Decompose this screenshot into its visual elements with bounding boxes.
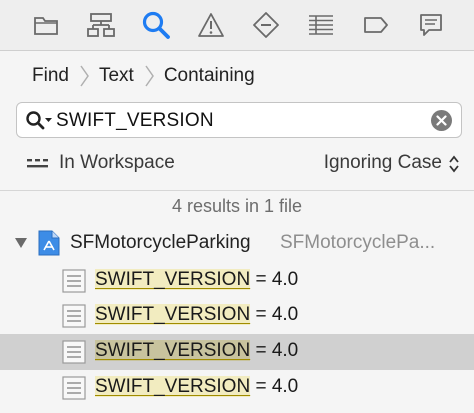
search-scope-row: In Workspace Ignoring Case bbox=[0, 144, 474, 182]
search-field[interactable]: SWIFT_VERSION bbox=[16, 102, 462, 138]
folder-icon[interactable] bbox=[31, 10, 61, 40]
search-result-row[interactable]: SWIFT_VERSION = 4.0 bbox=[0, 298, 474, 334]
search-result-row[interactable]: SWIFT_VERSION = 4.0 bbox=[0, 370, 474, 406]
disclosure-triangle-icon[interactable] bbox=[14, 237, 28, 249]
result-match-text: SWIFT_VERSION bbox=[95, 304, 251, 325]
result-rest-text: = 4.0 bbox=[250, 269, 299, 290]
tag-icon[interactable] bbox=[361, 10, 391, 40]
result-rest-text: = 4.0 bbox=[250, 376, 299, 397]
result-match-text: SWIFT_VERSION bbox=[95, 376, 251, 397]
up-down-arrows-icon[interactable] bbox=[448, 154, 460, 174]
result-text: SWIFT_VERSION = 4.0 bbox=[95, 340, 298, 362]
list-icon[interactable] bbox=[306, 10, 336, 40]
search-options-icon[interactable] bbox=[25, 110, 53, 132]
comment-icon[interactable] bbox=[416, 10, 446, 40]
warning-icon[interactable] bbox=[196, 10, 226, 40]
search-result-row-selected[interactable]: SWIFT_VERSION = 4.0 bbox=[0, 334, 474, 370]
result-file-row[interactable]: SFMotorcycleParking SFMotorcyclePa... bbox=[0, 228, 474, 258]
breadcrumb: Find Text Containing bbox=[0, 52, 474, 100]
result-line-icon bbox=[62, 376, 86, 400]
result-file-name: SFMotorcycleParking bbox=[70, 232, 251, 253]
result-text: SWIFT_VERSION = 4.0 bbox=[95, 269, 298, 291]
search-input[interactable]: SWIFT_VERSION bbox=[56, 110, 214, 132]
chevron-right-icon bbox=[80, 65, 89, 87]
search-icon[interactable] bbox=[141, 10, 171, 40]
workspace-scope-icon bbox=[27, 159, 48, 168]
result-line-icon bbox=[62, 304, 86, 328]
result-rest-text: = 4.0 bbox=[250, 340, 299, 361]
result-line-icon bbox=[62, 340, 86, 364]
close-icon bbox=[436, 115, 447, 126]
breadcrumb-item-containing[interactable]: Containing bbox=[164, 65, 255, 87]
breakpoint-diamond-icon[interactable] bbox=[251, 10, 281, 40]
result-text: SWIFT_VERSION = 4.0 bbox=[95, 304, 298, 326]
navigator-toolbar bbox=[0, 0, 474, 51]
result-line-icon bbox=[62, 269, 86, 293]
result-match-text: SWIFT_VERSION bbox=[95, 340, 251, 361]
result-match-text: SWIFT_VERSION bbox=[95, 269, 251, 290]
scope-selector[interactable]: In Workspace bbox=[59, 152, 175, 174]
case-sensitivity-selector[interactable]: Ignoring Case bbox=[324, 152, 442, 174]
result-text: SWIFT_VERSION = 4.0 bbox=[95, 376, 298, 398]
result-file-path: SFMotorcyclePa... bbox=[280, 232, 436, 253]
breadcrumb-item-text[interactable]: Text bbox=[99, 65, 134, 87]
hierarchy-icon[interactable] bbox=[86, 10, 116, 40]
clear-search-button[interactable] bbox=[431, 110, 452, 131]
breadcrumb-item-find[interactable]: Find bbox=[32, 65, 69, 87]
xcode-project-icon bbox=[38, 230, 60, 256]
search-result-row[interactable]: SWIFT_VERSION = 4.0 bbox=[0, 263, 474, 299]
chevron-right-icon bbox=[145, 65, 154, 87]
divider bbox=[0, 190, 474, 191]
result-rest-text: = 4.0 bbox=[250, 304, 299, 325]
results-summary: 4 results in 1 file bbox=[171, 196, 303, 216]
